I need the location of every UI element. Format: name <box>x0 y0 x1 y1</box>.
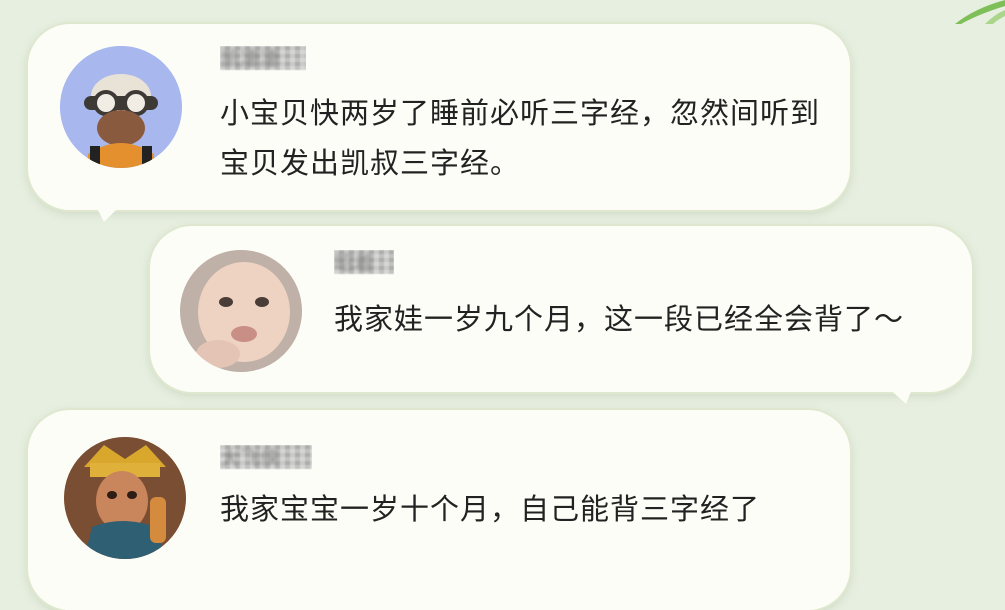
costumed-child-icon <box>64 437 186 559</box>
comment-text: 小宝贝快两岁了睡前必听三字经，忽然间听到宝贝发出凯叔三字经。 <box>220 96 821 180</box>
baby-photo-icon <box>180 250 302 372</box>
comment-username: 昭着 <box>334 250 394 278</box>
username-text: 昭着 <box>334 251 374 275</box>
bubble-tail <box>884 384 914 404</box>
comment-username: 大飞侠 <box>220 445 312 473</box>
avatar[interactable] <box>60 46 182 168</box>
comment-text: 我家娃一岁九个月，这一段已经全会背了～ <box>334 302 905 336</box>
cartoon-avatar-icon <box>60 46 182 168</box>
leaf-decoration-icon <box>955 0 1005 24</box>
comment-text: 我家宝宝一岁十个月，自己能背三字经了 <box>220 492 761 526</box>
username-text: 大飞侠 <box>220 446 280 470</box>
bubble-tail <box>94 202 124 222</box>
avatar[interactable] <box>180 250 302 372</box>
avatar[interactable] <box>64 437 186 559</box>
username-text: 凯凄凄 <box>220 47 280 71</box>
comment-username: 凯凄凄 <box>220 46 306 74</box>
